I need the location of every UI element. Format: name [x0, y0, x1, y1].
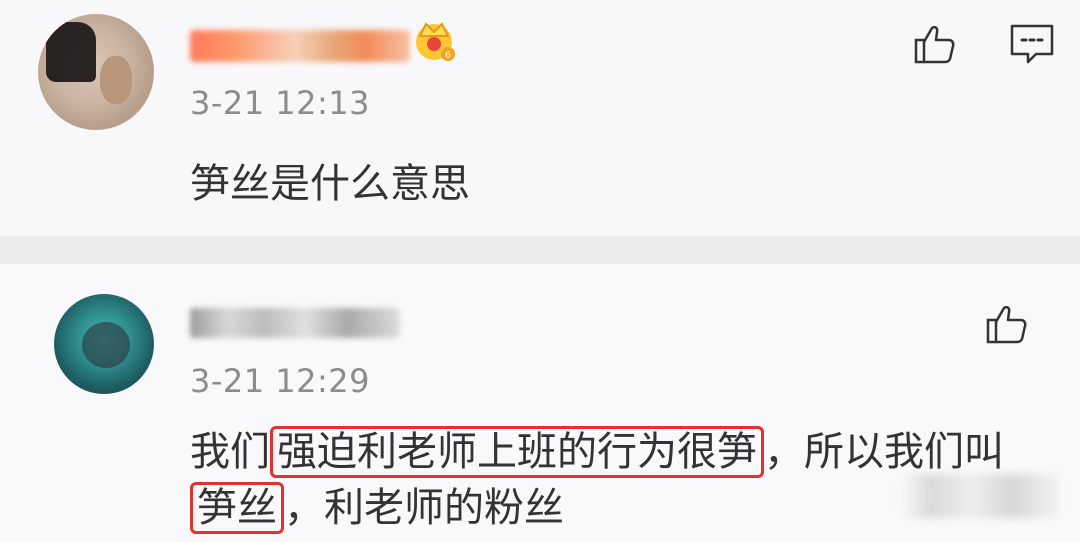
comment-text-suffix: ，利老师的粉丝: [284, 485, 564, 531]
comment-text-line-2: 笋丝 ，利老师的粉丝: [190, 480, 564, 536]
thumbs-up-icon[interactable]: [910, 20, 958, 68]
avatar[interactable]: [54, 294, 154, 394]
comment-text-line-1: 我们 强迫利老师上班的行为很笋 ，所以我们叫: [190, 424, 1004, 480]
comment-text-suffix: ，所以我们叫: [764, 429, 1004, 475]
watermark: [900, 474, 1060, 518]
thumbs-up-icon[interactable]: [982, 300, 1030, 348]
username-redacted[interactable]: [190, 308, 400, 338]
username-redacted[interactable]: [190, 30, 410, 62]
comment-timestamp: 3-21 12:13: [190, 84, 371, 122]
avatar[interactable]: [38, 14, 154, 130]
comment-text-prefix: 我们: [190, 429, 270, 475]
section-divider: [0, 236, 1080, 264]
highlight-box: 笋丝: [190, 482, 284, 534]
comment-timestamp: 3-21 12:29: [190, 362, 371, 400]
comment-item: 6 3-21 12:13 笋丝是什么意思: [0, 0, 1080, 236]
comment-thread: 6 3-21 12:13 笋丝是什么意思 3-21 12:29 我们 强迫利老师上…: [0, 0, 1080, 542]
comment-text: 笋丝是什么意思: [190, 161, 470, 207]
crown-badge-icon: 6: [416, 22, 455, 61]
comment-icon[interactable]: [1008, 20, 1056, 68]
highlight-box: 强迫利老师上班的行为很笋: [270, 426, 764, 478]
svg-text:6: 6: [445, 50, 451, 61]
